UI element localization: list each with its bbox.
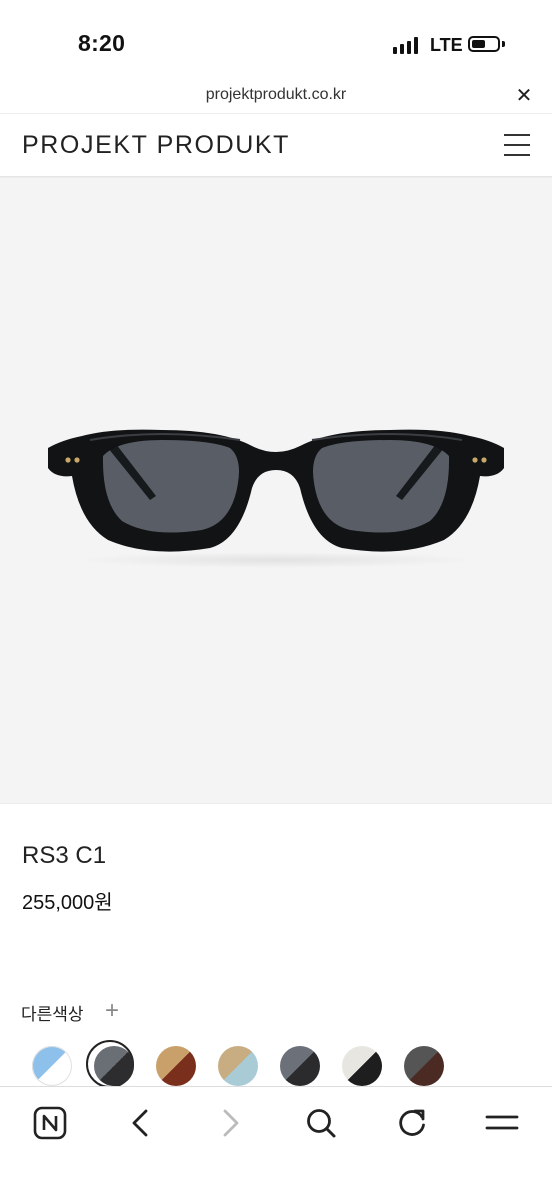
battery-cap — [502, 41, 505, 47]
hamburger-menu-icon[interactable] — [504, 134, 530, 156]
color-swatch-7[interactable] — [404, 1046, 444, 1086]
site-header: PROJEKT PRODUKT — [0, 114, 552, 177]
back-arrow-icon[interactable] — [120, 1103, 160, 1143]
color-swatch-5[interactable] — [280, 1046, 320, 1086]
status-bar: 8:20 LTE — [0, 0, 552, 80]
browser-toolbar — [0, 1086, 552, 1201]
color-swatch-list — [0, 1040, 552, 1090]
color-swatch-1[interactable] — [32, 1046, 72, 1086]
other-colors-label[interactable]: 다른색상 — [21, 1000, 84, 1025]
expand-plus-icon[interactable]: + — [105, 997, 119, 1025]
menu-icon[interactable] — [482, 1103, 522, 1143]
forward-arrow-icon[interactable] — [211, 1103, 251, 1143]
color-swatch-2[interactable] — [94, 1046, 134, 1086]
product-image[interactable] — [0, 177, 552, 804]
refresh-icon[interactable] — [392, 1103, 432, 1143]
battery-icon — [468, 36, 500, 52]
close-icon[interactable]: ✕ — [514, 86, 534, 106]
battery-level-fill — [472, 40, 485, 48]
status-time: 8:20 — [78, 30, 126, 56]
url-bar[interactable]: projektprodukt.co.kr ✕ — [0, 80, 552, 114]
search-icon[interactable] — [301, 1103, 341, 1143]
color-swatch-6[interactable] — [342, 1046, 382, 1086]
product-name: RS3 C1 — [22, 842, 107, 869]
sunglasses-illustration — [48, 429, 504, 568]
network-type: LTE — [430, 35, 463, 55]
naver-home-icon[interactable] — [30, 1103, 70, 1143]
product-price: 255,000원 — [22, 892, 113, 914]
brand-logo[interactable]: PROJEKT PRODUKT — [22, 131, 290, 160]
color-swatch-3[interactable] — [156, 1046, 196, 1086]
url-text[interactable]: projektprodukt.co.kr — [0, 86, 552, 104]
cellular-signal-icon — [393, 36, 421, 54]
color-swatch-4[interactable] — [218, 1046, 258, 1086]
